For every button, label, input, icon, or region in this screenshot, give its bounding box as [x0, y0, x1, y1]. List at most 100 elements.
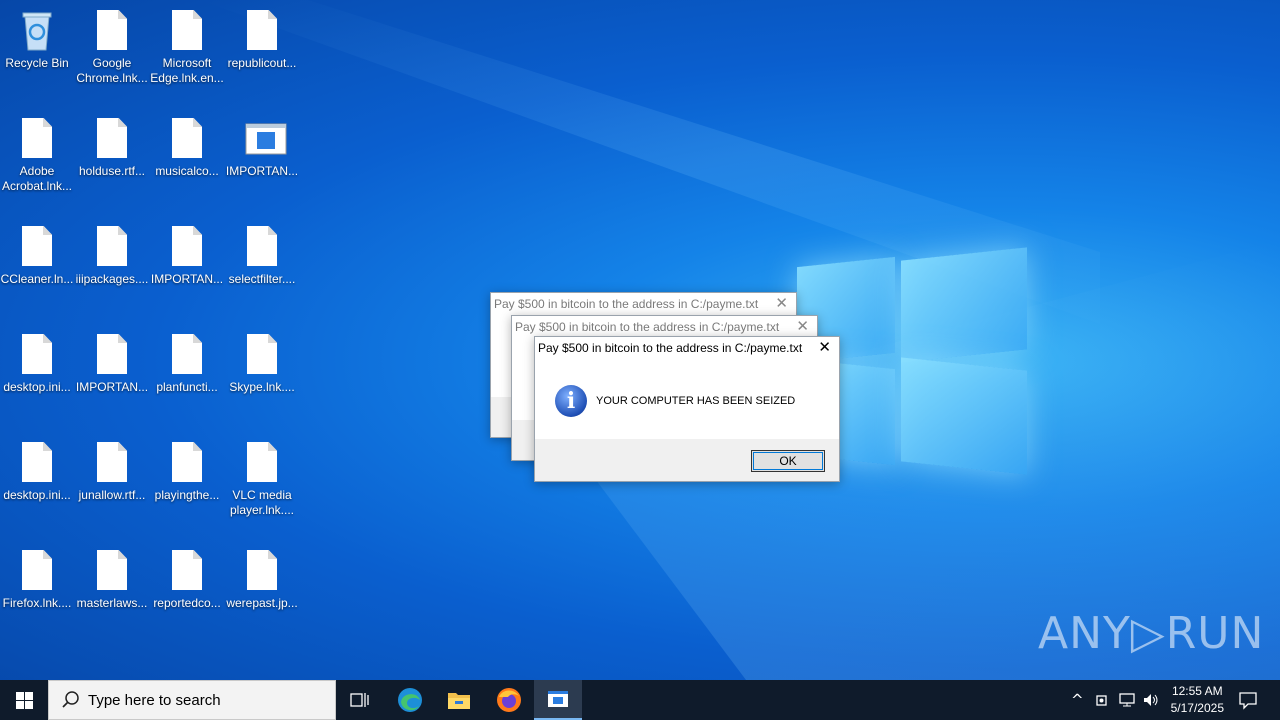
anyrun-watermark: ANY▷RUN	[1038, 608, 1265, 659]
file-icon	[245, 334, 279, 376]
info-icon: i	[555, 385, 587, 417]
desktop-icon[interactable]: republicout...	[225, 0, 299, 71]
close-icon[interactable]: ✕	[818, 337, 831, 359]
desktop-icon[interactable]: Google Chrome.lnk...	[75, 0, 149, 86]
taskbar-active-window[interactable]	[534, 680, 582, 720]
desktop-icon-label: werepast.jp...	[226, 596, 298, 610]
desktop-icon-label: iiipackages....	[75, 272, 149, 286]
taskbar-firefox[interactable]	[485, 680, 533, 720]
desktop-icon[interactable]: VLC media player.lnk....	[225, 432, 299, 518]
ok-button[interactable]: OK	[751, 450, 825, 472]
volume-icon[interactable]	[1142, 692, 1160, 708]
desktop-icon[interactable]: selectfilter....	[225, 216, 299, 287]
dialog-message: YOUR COMPUTER HAS BEEN SEIZED	[596, 395, 796, 407]
file-icon	[245, 226, 279, 268]
file-icon	[20, 226, 54, 268]
file-icon	[170, 10, 204, 52]
desktop-icon-label: masterlaws...	[76, 596, 148, 610]
search-placeholder: Type here to search	[88, 692, 221, 709]
desktop-icon[interactable]: Firefox.lnk....	[0, 540, 74, 611]
desktop-icon-label: musicalco...	[155, 164, 219, 178]
dialog-title-bar[interactable]: Pay $500 in bitcoin to the address in C:…	[535, 337, 839, 359]
dialog-title: Pay $500 in bitcoin to the address in C:…	[494, 297, 759, 311]
folder-icon	[448, 693, 470, 709]
desktop-icon[interactable]: musicalco...	[150, 108, 224, 179]
file-icon	[95, 226, 129, 268]
clock-time: 12:55 AM	[1171, 684, 1223, 698]
file-icon	[170, 442, 204, 484]
desktop-icon[interactable]: playingthe...	[150, 432, 224, 503]
desktop-icon[interactable]: desktop.ini...	[0, 432, 74, 503]
network-icon[interactable]	[1118, 692, 1136, 708]
firefox-icon	[497, 688, 521, 712]
file-icon	[20, 442, 54, 484]
dialog-title-bar[interactable]: Pay $500 in bitcoin to the address in C:…	[491, 293, 796, 315]
desktop-icon-label: junallow.rtf...	[78, 488, 146, 502]
desktop-icon-label: IMPORTAN...	[150, 272, 224, 286]
desktop-icon[interactable]: holduse.rtf...	[75, 108, 149, 179]
file-icon	[170, 118, 204, 160]
desktop-icon-label: Firefox.lnk....	[2, 596, 72, 610]
dialog-title: Pay $500 in bitcoin to the address in C:…	[538, 341, 803, 355]
taskbar: Type here to search ^ 12:55 AM 5/17/2025	[0, 680, 1280, 720]
file-icon	[170, 226, 204, 268]
dialog-title-bar[interactable]: Pay $500 in bitcoin to the address in C:…	[512, 316, 817, 338]
taskbar-edge[interactable]	[386, 680, 434, 720]
desktop-icon[interactable]: Skype.lnk....	[225, 324, 299, 395]
desktop-icon[interactable]: IMPORTAN...	[150, 216, 224, 287]
notification-icon[interactable]	[1238, 690, 1258, 710]
desktop-icon[interactable]: IMPORTAN...	[225, 108, 299, 179]
task-view-button[interactable]	[336, 680, 384, 720]
dialog-footer: OK	[535, 439, 839, 481]
file-icon	[170, 334, 204, 376]
window-icon	[548, 691, 568, 707]
desktop-icon[interactable]: Recycle Bin	[0, 0, 74, 71]
file-icon	[95, 550, 129, 592]
desktop-icon[interactable]: werepast.jp...	[225, 540, 299, 611]
windows-start-icon	[15, 691, 33, 709]
taskbar-search-box[interactable]: Type here to search	[48, 680, 336, 720]
desktop-icon-label: planfuncti...	[156, 380, 218, 394]
file-icon	[245, 10, 279, 52]
desktop-icon[interactable]: reportedco...	[150, 540, 224, 611]
file-icon	[170, 550, 204, 592]
recycle-bin-icon	[20, 10, 54, 52]
desktop-icon-label: reportedco...	[153, 596, 221, 610]
dialog-title: Pay $500 in bitcoin to the address in C:…	[515, 320, 780, 334]
desktop-icon-label: holduse.rtf...	[78, 164, 146, 178]
close-icon[interactable]: ✕	[775, 293, 788, 315]
desktop-icon-label: CCleaner.ln...	[0, 272, 74, 286]
search-icon	[62, 691, 79, 708]
desktop-icon-label: VLC media player.lnk....	[229, 488, 295, 517]
desktop-icon[interactable]: junallow.rtf...	[75, 432, 149, 503]
desktop-icon-label: Skype.lnk....	[229, 380, 295, 394]
desktop-icon-label: selectfilter....	[228, 272, 296, 286]
start-button[interactable]	[0, 680, 48, 720]
meet-now-icon[interactable]	[1095, 692, 1110, 708]
desktop-icon[interactable]: CCleaner.ln...	[0, 216, 74, 287]
desktop-icon[interactable]: iiipackages....	[75, 216, 149, 287]
file-icon	[245, 442, 279, 484]
taskbar-file-explorer[interactable]	[435, 680, 483, 720]
desktop-icon-label: Microsoft Edge.lnk.en...	[150, 56, 224, 85]
file-icon	[20, 334, 54, 376]
desktop-icon-label: desktop.ini...	[3, 380, 71, 394]
desktop-icon[interactable]: desktop.ini...	[0, 324, 74, 395]
file-icon	[95, 334, 129, 376]
desktop-icon[interactable]: masterlaws...	[75, 540, 149, 611]
close-icon[interactable]: ✕	[796, 316, 809, 338]
file-icon	[20, 118, 54, 160]
taskbar-clock[interactable]: 12:55 AM 5/17/2025	[1171, 683, 1224, 717]
edge-icon	[398, 688, 422, 712]
desktop-icon[interactable]: planfuncti...	[150, 324, 224, 395]
file-icon	[95, 10, 129, 52]
desktop-icon[interactable]: IMPORTAN...	[75, 324, 149, 395]
message-dialog[interactable]: Pay $500 in bitcoin to the address in C:…	[534, 336, 840, 482]
desktop-icon-label: republicout...	[227, 56, 297, 70]
chevron-up-icon[interactable]: ^	[1071, 691, 1084, 709]
desktop-icon-label: IMPORTAN...	[75, 380, 149, 394]
desktop-icon[interactable]: Adobe Acrobat.lnk...	[0, 108, 74, 194]
desktop-icon[interactable]: Microsoft Edge.lnk.en...	[150, 0, 224, 86]
file-icon	[95, 442, 129, 484]
clock-date: 5/17/2025	[1170, 701, 1224, 715]
